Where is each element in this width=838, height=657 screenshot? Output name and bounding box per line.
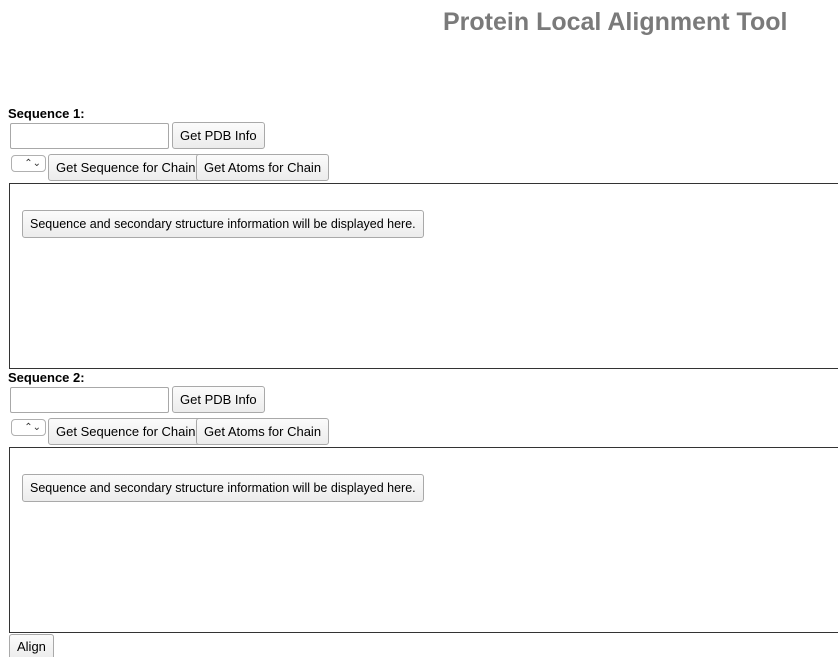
sequence-1-get-pdb-info-button[interactable]: Get PDB Info <box>172 122 265 149</box>
sequence-2-label: Sequence 2: <box>8 370 85 385</box>
select-arrows-icon: ⌃⌄ <box>24 158 41 169</box>
page-title: Protein Local Alignment Tool <box>443 8 788 36</box>
select-arrows-icon: ⌃⌄ <box>24 422 41 433</box>
sequence-1-chain-select[interactable]: ⌃⌄ <box>11 155 46 172</box>
sequence-2-pdb-input[interactable] <box>10 387 169 413</box>
align-button[interactable]: Align <box>9 634 54 657</box>
sequence-1-label: Sequence 1: <box>8 106 85 121</box>
sequence-2-get-atoms-button[interactable]: Get Atoms for Chain <box>196 418 330 445</box>
sequence-1-get-atoms-button[interactable]: Get Atoms for Chain <box>196 154 330 181</box>
sequence-1-get-sequence-button[interactable]: Get Sequence for Chain <box>48 154 204 181</box>
sequence-1-display-box: Sequence and secondary structure informa… <box>9 183 838 369</box>
sequence-1-pdb-input[interactable] <box>10 123 169 149</box>
sequence-1-info-placeholder[interactable]: Sequence and secondary structure informa… <box>22 210 424 238</box>
sequence-2-info-placeholder[interactable]: Sequence and secondary structure informa… <box>22 474 424 502</box>
sequence-2-chain-select[interactable]: ⌃⌄ <box>11 419 46 436</box>
page: Protein Local Alignment Tool Sequence 1:… <box>0 0 838 657</box>
sequence-2-get-pdb-info-button[interactable]: Get PDB Info <box>172 386 265 413</box>
sequence-2-display-box: Sequence and secondary structure informa… <box>9 447 838 633</box>
sequence-2-get-sequence-button[interactable]: Get Sequence for Chain <box>48 418 204 445</box>
